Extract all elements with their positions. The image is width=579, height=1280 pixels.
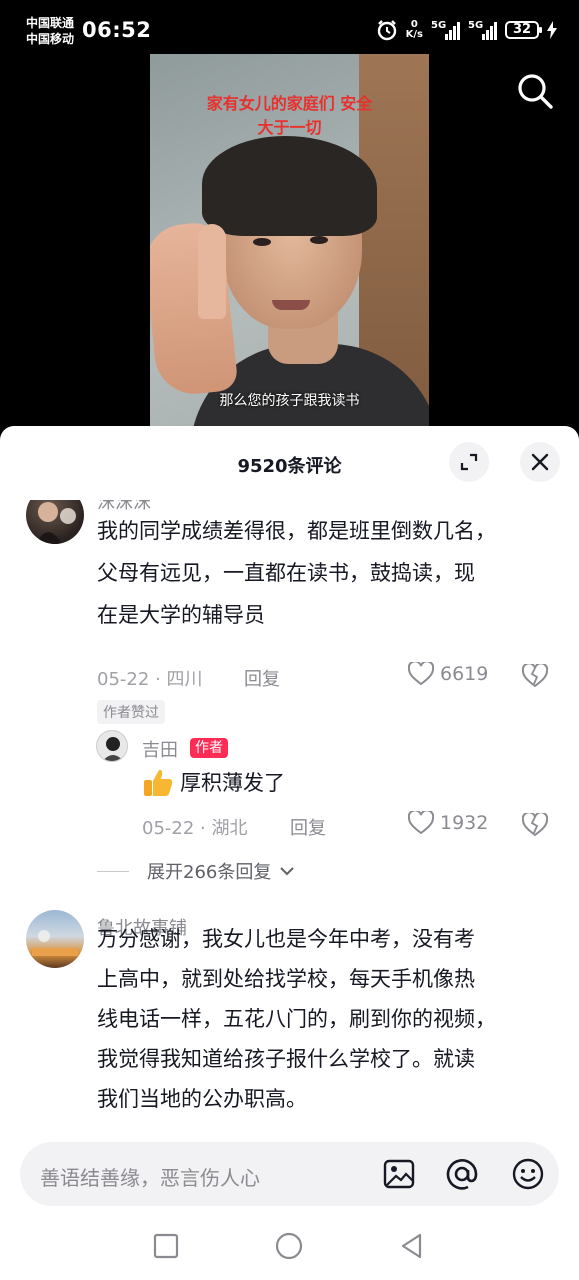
charging-icon <box>547 21 557 39</box>
reply-like-button[interactable]: 1932 <box>408 811 488 835</box>
comment-input-placeholder: 善语结善缘，恶言伤人心 <box>40 1166 260 1190</box>
reply-to-reply-button[interactable]: 回复 <box>290 814 326 840</box>
reply-avatar[interactable] <box>96 730 128 762</box>
comment-input[interactable]: 善语结善缘，恶言伤人心 <box>20 1142 559 1206</box>
recent-apps-icon <box>153 1233 179 1259</box>
like-button[interactable]: 6619 <box>408 662 488 686</box>
author-badge: 作者 <box>190 738 228 758</box>
comment-text-line: 线电话一样，五花八门的，刷到你的视频， <box>97 1007 496 1031</box>
network-1-label: 5G <box>431 20 447 31</box>
image-button[interactable] <box>381 1156 417 1192</box>
video-subtitle: 那么您的孩子跟我读书 <box>219 393 360 409</box>
comments-header: 9520条评论 <box>0 426 579 500</box>
home-icon <box>275 1232 303 1260</box>
close-icon <box>531 453 549 471</box>
mention-button[interactable] <box>444 1156 480 1192</box>
reply-like-count: 1932 <box>440 812 489 834</box>
recent-apps-button[interactable] <box>150 1230 182 1262</box>
dislike-button[interactable] <box>521 662 549 692</box>
search-icon <box>518 74 553 109</box>
video-player[interactable]: 家有女儿的家庭们 安全 大于一切 那么您的孩子跟我读书 <box>0 54 579 444</box>
video-overlay-text-2: 大于一切 <box>257 118 322 137</box>
at-icon <box>446 1159 478 1190</box>
search-button[interactable] <box>516 72 554 110</box>
avatar-image <box>36 502 76 544</box>
broken-heart-icon <box>521 811 549 837</box>
reply-dislike-button[interactable] <box>521 811 549 841</box>
video-person-eye <box>310 236 328 244</box>
heart-icon <box>408 662 434 686</box>
video-overlay-text-1: 家有女儿的家庭们 安全 <box>206 94 373 113</box>
avatar[interactable] <box>26 910 84 968</box>
comment-date-location: 05-22 · 四川 <box>97 669 203 690</box>
alarm-icon <box>377 20 396 41</box>
emoji-button[interactable] <box>510 1156 546 1192</box>
comment-text-line: 万分感谢，我女儿也是今年中考，没有考 <box>97 927 475 951</box>
video-person-eye <box>253 238 271 246</box>
back-button[interactable] <box>396 1230 428 1262</box>
emoji-icon <box>512 1158 544 1190</box>
comment-list[interactable]: 沫沫沫 我的同学成绩差得很，都是班里倒数几名， 父母有远见，一直都在读书，鼓捣读… <box>0 500 579 1140</box>
net-speed: 0 K/s <box>406 20 423 40</box>
comments-panel: 9520条评论 沫沫沫 我的同学成绩差得很，都是班里倒数几名， 父母有远见，一直… <box>0 426 579 1280</box>
system-navigation-bar <box>0 1214 579 1280</box>
video-person-finger <box>198 224 226 319</box>
signal-1-icon: 5G <box>431 20 460 40</box>
reply-avatar-image <box>102 737 124 761</box>
chevron-down-icon <box>280 867 295 876</box>
reply-button[interactable]: 回复 <box>244 665 280 691</box>
like-count: 6619 <box>440 663 489 685</box>
comment-text-line: 在是大学的辅导员 <box>97 603 265 627</box>
home-button[interactable] <box>273 1230 305 1262</box>
status-bar: 中国联通 中国移动 06:52 0 K/s 5G 5G 32 <box>0 0 579 54</box>
heart-icon <box>408 811 434 835</box>
expand-panel-button[interactable] <box>449 442 489 482</box>
comment-text-line: 父母有远见，一直都在读书，鼓捣读，现 <box>97 561 475 585</box>
comment-text-line: 我觉得我知道给孩子报什么学校了。就读 <box>97 1047 475 1071</box>
back-icon <box>401 1233 422 1259</box>
close-panel-button[interactable] <box>520 442 560 482</box>
expand-icon <box>460 453 478 471</box>
signal-2-icon: 5G <box>468 20 497 40</box>
video-person-mouth <box>272 300 310 310</box>
reply-date-location: 05-22 · 湖北 <box>142 818 248 839</box>
carrier-2: 中国移动 <box>26 32 75 46</box>
net-speed-unit: K/s <box>405 29 423 40</box>
avatar-image <box>32 930 78 956</box>
expand-replies-button[interactable]: 展开266条回复 <box>97 858 295 884</box>
reply-username[interactable]: 吉田 <box>142 736 178 762</box>
video-frame[interactable]: 家有女儿的家庭们 安全 大于一切 那么您的孩子跟我读书 <box>150 54 429 444</box>
comments-title: 9520条评论 <box>237 456 342 477</box>
comment-text-line: 我们当地的公办职高。 <box>97 1087 307 1111</box>
broken-heart-icon <box>521 662 549 688</box>
network-2-label: 5G <box>468 20 484 31</box>
carrier-1: 中国联通 <box>26 16 75 30</box>
expand-replies-label: 展开266条回复 <box>147 862 272 883</box>
comment-text-line: 我的同学成绩差得很，都是班里倒数几名， <box>97 519 496 543</box>
comment-text-line: 上高中，就到处给找学校，每天手机像热 <box>97 967 475 991</box>
clock: 06:52 <box>82 18 152 42</box>
status-icons: 0 K/s 5G 5G 32 <box>376 17 557 43</box>
reply-text: 厚积薄发了 <box>180 771 285 795</box>
image-icon <box>383 1159 415 1189</box>
divider <box>97 870 129 872</box>
thumbs-up-emoji <box>144 769 173 796</box>
battery-icon: 32 <box>505 21 542 39</box>
avatar[interactable] <box>26 500 84 544</box>
author-liked-tag: 作者赞过 <box>97 700 165 724</box>
carrier-info: 中国联通 中国移动 <box>26 15 74 47</box>
video-person-hair <box>202 136 377 236</box>
